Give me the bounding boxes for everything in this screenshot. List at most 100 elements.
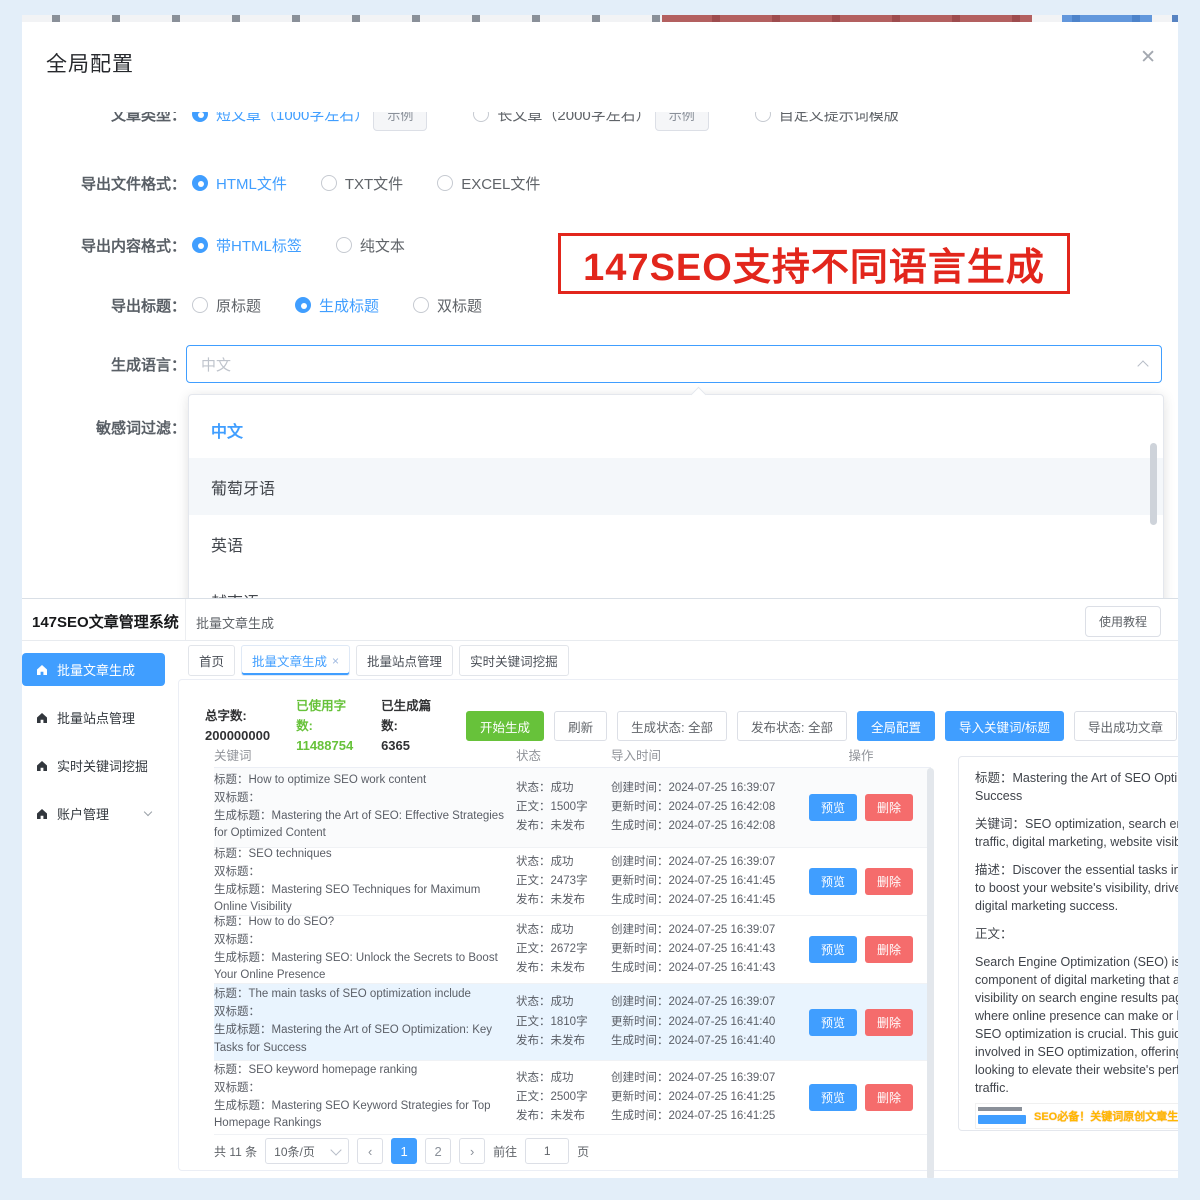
- radio-plain-text[interactable]: 纯文本: [336, 235, 405, 256]
- annotation-banner: 147SEO支持不同语言生成: [558, 233, 1070, 294]
- export-title-label: 导出标题：: [46, 295, 186, 316]
- table-row[interactable]: 标题：SEO keyword homepage ranking 双标题： 生成标…: [214, 1061, 931, 1135]
- clipped-browser-strip: [22, 15, 1178, 22]
- tab-batch-site[interactable]: 批量站点管理: [356, 645, 453, 676]
- sidebar-item-batch-site[interactable]: 批量站点管理: [22, 701, 165, 734]
- preview-button[interactable]: 预览: [809, 794, 857, 821]
- export-success-button[interactable]: 导出成功文章: [1074, 711, 1177, 741]
- radio-dot: [755, 112, 771, 122]
- language-select-value: 中文: [201, 354, 231, 375]
- goto-label: 前往: [493, 1143, 517, 1160]
- sidebar-item-account[interactable]: 账户管理: [22, 797, 165, 830]
- radio-dual-title[interactable]: 双标题: [413, 295, 482, 316]
- page-button-2[interactable]: 2: [425, 1138, 451, 1164]
- language-option-en[interactable]: 英语: [189, 515, 1163, 572]
- table-row[interactable]: 标题：How to do SEO? 双标题： 生成标题：Mastering SE…: [214, 916, 931, 984]
- goto-page-input[interactable]: [525, 1138, 569, 1164]
- sidebar-item-keyword-mining[interactable]: 实时关键词挖掘: [22, 749, 165, 782]
- col-import-time: 导入时间: [611, 745, 791, 764]
- radio-custom-template[interactable]: 自定义提示词模版: [755, 112, 899, 125]
- radio-dot: [437, 175, 453, 191]
- modal-title: 全局配置: [46, 48, 134, 78]
- radio-generated-title[interactable]: 生成标题: [295, 295, 379, 316]
- tab-home[interactable]: 首页: [188, 645, 235, 676]
- radio-dot: [473, 112, 489, 122]
- chevron-down-icon: [144, 808, 152, 816]
- col-keyword: 关键词: [214, 745, 516, 764]
- tab-close-icon[interactable]: ×: [332, 654, 339, 668]
- col-status: 状态: [516, 745, 611, 764]
- language-option-vi[interactable]: 越南语: [189, 572, 1163, 598]
- preview-button[interactable]: 预览: [809, 1084, 857, 1111]
- article-preview-panel: 标题：Mastering the Art of SEO Optimizatio …: [958, 756, 1178, 1131]
- radio-dot: [192, 237, 208, 253]
- short-example-button[interactable]: 示例: [373, 112, 427, 131]
- delete-button[interactable]: 删除: [865, 1009, 913, 1036]
- col-actions: 操作: [791, 745, 931, 764]
- preview-button[interactable]: 预览: [809, 868, 857, 895]
- radio-dot: [321, 175, 337, 191]
- prev-page-button[interactable]: ‹: [357, 1138, 383, 1164]
- article-type-row-clipped: 文章类型： 短文章（1000字左右） 示例 长文章（2000字左右） 示例 自定…: [22, 112, 1178, 138]
- preview-button[interactable]: 预览: [809, 1009, 857, 1036]
- radio-excel-file[interactable]: EXCEL文件: [437, 173, 540, 194]
- radio-dot: [295, 297, 311, 313]
- delete-button[interactable]: 删除: [865, 868, 913, 895]
- tab-bar: 首页 批量文章生成 × 批量站点管理 实时关键词挖掘: [188, 645, 569, 676]
- radio-long-article[interactable]: 长文章（2000字左右）: [473, 112, 650, 125]
- export-content-label: 导出内容格式：: [46, 235, 186, 256]
- chevron-down-icon: [330, 1144, 341, 1155]
- thumbnail-mini-ui: [976, 1104, 1028, 1128]
- table-body: 标题：How to optimize SEO work content 双标题：…: [214, 768, 931, 1135]
- table-row[interactable]: 标题：How to optimize SEO work content 双标题：…: [214, 768, 931, 848]
- generate-status-select[interactable]: 生成状态: 全部: [617, 711, 727, 741]
- radio-with-html-tags[interactable]: 带HTML标签: [192, 235, 302, 256]
- delete-button[interactable]: 删除: [865, 1084, 913, 1111]
- language-option-zh[interactable]: 中文: [189, 401, 1163, 458]
- app-header: 147SEO文章管理系统 批量文章生成 使用教程: [22, 599, 1178, 641]
- strip-red-fragment: [662, 15, 1032, 22]
- home-icon: [36, 760, 48, 772]
- radio-short-article[interactable]: 短文章（1000字左右）: [192, 112, 369, 125]
- tab-keyword-mining[interactable]: 实时关键词挖掘: [459, 645, 569, 676]
- language-dropdown: 中文 葡萄牙语 英语 越南语: [188, 394, 1164, 598]
- long-example-button[interactable]: 示例: [655, 112, 709, 131]
- sidebar-item-batch-article[interactable]: 批量文章生成: [22, 653, 165, 686]
- preview-button[interactable]: 预览: [809, 936, 857, 963]
- export-file-label: 导出文件格式：: [46, 173, 186, 194]
- home-icon: [36, 712, 48, 724]
- article-type-label: 文章类型：: [46, 112, 186, 125]
- radio-dot: [192, 112, 208, 122]
- refresh-button[interactable]: 刷新: [554, 711, 607, 741]
- close-icon[interactable]: ✕: [1140, 48, 1156, 67]
- next-page-button[interactable]: ›: [459, 1138, 485, 1164]
- language-option-pt[interactable]: 葡萄牙语: [189, 458, 1163, 515]
- help-tutorial-button[interactable]: 使用教程: [1085, 606, 1161, 637]
- global-config-button[interactable]: 全局配置: [857, 711, 935, 741]
- delete-button[interactable]: 删除: [865, 794, 913, 821]
- goto-unit: 页: [577, 1143, 589, 1160]
- radio-dot: [413, 297, 429, 313]
- screenshot-root: 全局配置 ✕ 文章类型： 短文章（1000字左右） 示例 长文章（2000字左右…: [0, 0, 1200, 1200]
- page-size-select[interactable]: 10条/页: [265, 1138, 349, 1164]
- delete-button[interactable]: 删除: [865, 936, 913, 963]
- radio-txt-file[interactable]: TXT文件: [321, 173, 403, 194]
- radio-dot: [192, 297, 208, 313]
- table-row[interactable]: 标题：SEO techniques 双标题： 生成标题：Mastering SE…: [214, 848, 931, 916]
- sensitive-filter-label: 敏感词过滤：: [46, 417, 186, 438]
- radio-original-title[interactable]: 原标题: [192, 295, 261, 316]
- radio-html-file[interactable]: HTML文件: [192, 173, 287, 194]
- video-thumbnail[interactable]: SEO必备！关键词原创文章生成: [975, 1103, 1178, 1129]
- table-scrollbar[interactable]: [927, 768, 934, 1178]
- start-generate-button[interactable]: 开始生成: [466, 711, 544, 741]
- publish-status-select[interactable]: 发布状态: 全部: [737, 711, 847, 741]
- dropdown-scrollbar[interactable]: [1150, 443, 1157, 525]
- table-header: 关键词 状态 导入时间 操作: [214, 742, 931, 768]
- language-select[interactable]: 中文: [186, 345, 1162, 383]
- chevron-up-icon: [1137, 360, 1148, 371]
- table-row-selected[interactable]: 标题：The main tasks of SEO optimization in…: [214, 984, 931, 1061]
- tab-batch-article[interactable]: 批量文章生成 ×: [241, 645, 350, 676]
- import-keywords-button[interactable]: 导入关键词/标题: [945, 711, 1064, 741]
- page-button-1[interactable]: 1: [391, 1138, 417, 1164]
- pagination-total: 共 11 条: [214, 1143, 257, 1160]
